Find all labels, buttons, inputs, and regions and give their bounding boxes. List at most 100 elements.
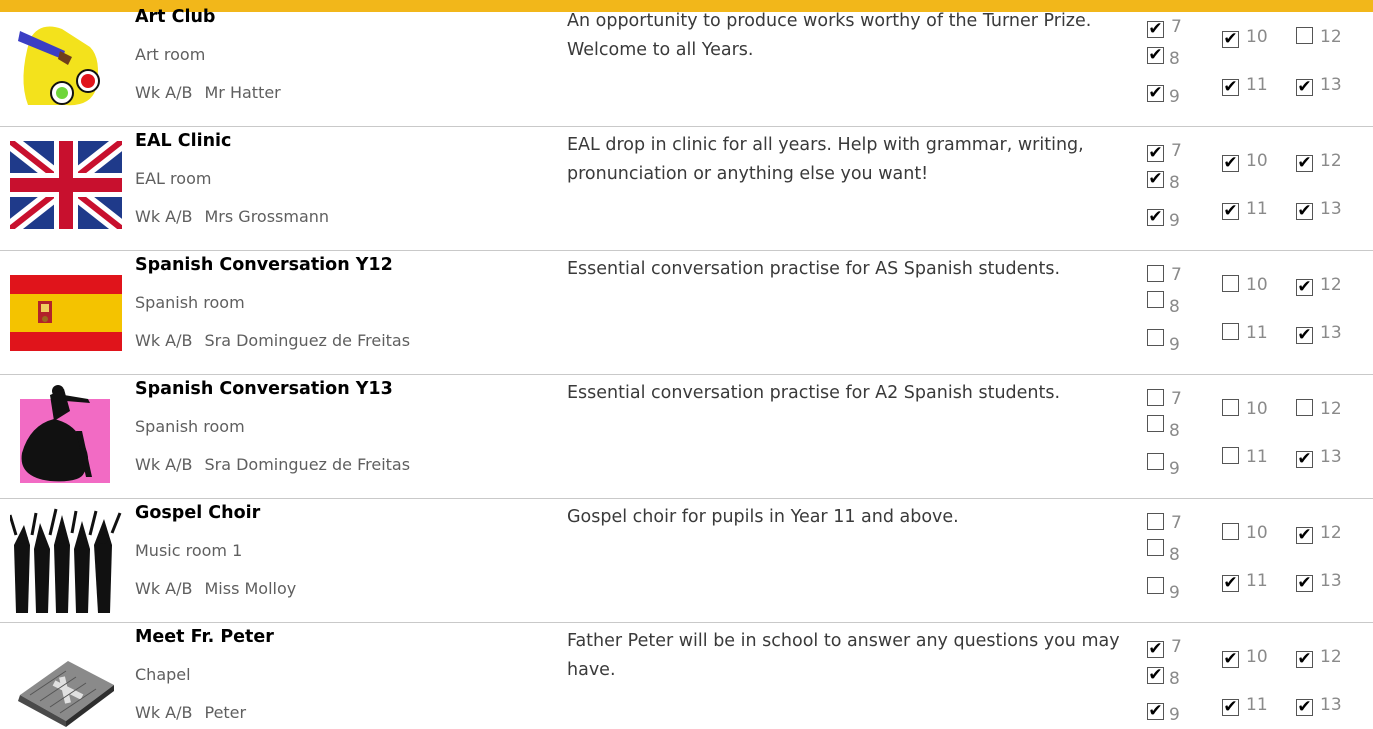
year-8-label: 8 — [1169, 49, 1180, 69]
year-11-checkbox[interactable]: ✔ — [1222, 79, 1239, 96]
teacher-name: Miss Molloy — [204, 579, 297, 598]
year-8-checkbox[interactable]: ✔ — [1147, 47, 1164, 64]
year-11-checkbox[interactable] — [1222, 323, 1239, 340]
year-12-label: 12 — [1320, 523, 1342, 543]
year-8-checkbox[interactable] — [1147, 291, 1164, 308]
club-schedule: Wk A/B Peter — [135, 703, 246, 722]
year-8-checkbox[interactable] — [1147, 539, 1164, 556]
year-10-checkbox[interactable] — [1222, 523, 1239, 540]
year-11-label: 11 — [1246, 323, 1268, 343]
year-13-label: 13 — [1320, 199, 1342, 219]
club-row-spanish-y13: Spanish Conversation Y13 Spanish room Wk… — [0, 375, 1373, 499]
club-room: Spanish room — [135, 293, 245, 312]
year-9-checkbox[interactable]: ✔ — [1147, 703, 1164, 720]
year-12-label: 12 — [1320, 151, 1342, 171]
club-title: Meet Fr. Peter — [135, 627, 274, 647]
union-jack-flag-icon — [10, 141, 122, 229]
club-title: Gospel Choir — [135, 503, 261, 523]
year-7-checkbox[interactable]: ✔ — [1147, 21, 1164, 38]
club-title: EAL Clinic — [135, 131, 232, 151]
year-13-label: 13 — [1320, 323, 1342, 343]
year-7-label: 7 — [1171, 637, 1182, 657]
year-7-checkbox[interactable] — [1147, 389, 1164, 406]
flamenco-dancer-icon — [10, 381, 122, 485]
year-12-checkbox[interactable]: ✔ — [1296, 527, 1313, 544]
year-13-checkbox[interactable]: ✔ — [1296, 699, 1313, 716]
year-11-checkbox[interactable]: ✔ — [1222, 575, 1239, 592]
club-schedule: Wk A/B Mr Hatter — [135, 83, 281, 102]
year-9-checkbox[interactable] — [1147, 453, 1164, 470]
club-room: Spanish room — [135, 417, 245, 436]
teacher-name: Mrs Grossmann — [204, 207, 330, 226]
year-12-checkbox[interactable] — [1296, 399, 1313, 416]
year-8-checkbox[interactable]: ✔ — [1147, 171, 1164, 188]
year-11-checkbox[interactable] — [1222, 447, 1239, 464]
teacher-name: Mr Hatter — [204, 83, 281, 102]
year-8-label: 8 — [1169, 421, 1180, 441]
year-7-label: 7 — [1171, 265, 1182, 285]
year-12-checkbox[interactable] — [1296, 27, 1313, 44]
choir-singers-icon — [10, 505, 122, 615]
club-title: Art Club — [135, 7, 216, 27]
year-11-label: 11 — [1246, 199, 1268, 219]
year-13-label: 13 — [1320, 447, 1342, 467]
club-schedule: Wk A/B Mrs Grossmann — [135, 207, 329, 226]
year-11-checkbox[interactable]: ✔ — [1222, 203, 1239, 220]
year-9-checkbox[interactable] — [1147, 329, 1164, 346]
year-9-checkbox[interactable]: ✔ — [1147, 85, 1164, 102]
year-12-label: 12 — [1320, 275, 1342, 295]
year-8-checkbox[interactable]: ✔ — [1147, 667, 1164, 684]
club-description: An opportunity to produce works worthy o… — [567, 11, 1092, 60]
week-label: Wk A/B — [135, 331, 193, 350]
year-10-checkbox[interactable] — [1222, 275, 1239, 292]
year-13-checkbox[interactable]: ✔ — [1296, 451, 1313, 468]
year-7-checkbox[interactable] — [1147, 265, 1164, 282]
year-13-checkbox[interactable]: ✔ — [1296, 203, 1313, 220]
year-10-checkbox[interactable]: ✔ — [1222, 155, 1239, 172]
year-12-checkbox[interactable]: ✔ — [1296, 279, 1313, 296]
year-12-checkbox[interactable]: ✔ — [1296, 651, 1313, 668]
year-10-label: 10 — [1246, 399, 1268, 419]
year-13-label: 13 — [1320, 695, 1342, 715]
year-12-label: 12 — [1320, 27, 1342, 47]
year-8-label: 8 — [1169, 669, 1180, 689]
year-10-checkbox[interactable]: ✔ — [1222, 31, 1239, 48]
club-schedule: Wk A/B Miss Molloy — [135, 579, 296, 598]
club-title: Spanish Conversation Y13 — [135, 379, 393, 399]
club-row-gospel-choir: Gospel Choir Music room 1 Wk A/B Miss Mol… — [0, 499, 1373, 623]
year-9-checkbox[interactable] — [1147, 577, 1164, 594]
club-description: Essential conversation practise for A2 S… — [567, 383, 1061, 403]
year-12-checkbox[interactable]: ✔ — [1296, 155, 1313, 172]
year-7-checkbox[interactable]: ✔ — [1147, 145, 1164, 162]
year-11-label: 11 — [1246, 695, 1268, 715]
year-10-label: 10 — [1246, 27, 1268, 47]
year-8-checkbox[interactable] — [1147, 415, 1164, 432]
year-11-label: 11 — [1246, 75, 1268, 95]
year-13-checkbox[interactable]: ✔ — [1296, 327, 1313, 344]
year-13-checkbox[interactable]: ✔ — [1296, 79, 1313, 96]
art-palette-icon — [10, 9, 122, 109]
year-7-checkbox[interactable] — [1147, 513, 1164, 530]
year-7-label: 7 — [1171, 141, 1182, 161]
year-8-label: 8 — [1169, 545, 1180, 565]
year-9-label: 9 — [1169, 335, 1180, 355]
year-11-label: 11 — [1246, 447, 1268, 467]
year-12-label: 12 — [1320, 647, 1342, 667]
year-10-label: 10 — [1246, 275, 1268, 295]
club-schedule: Wk A/B Sra Dominguez de Freitas — [135, 455, 410, 474]
club-room: Chapel — [135, 665, 191, 684]
year-13-checkbox[interactable]: ✔ — [1296, 575, 1313, 592]
teacher-name: Sra Dominguez de Freitas — [204, 331, 411, 350]
year-10-label: 10 — [1246, 151, 1268, 171]
year-11-checkbox[interactable]: ✔ — [1222, 699, 1239, 716]
club-title: Spanish Conversation Y12 — [135, 255, 393, 275]
year-13-label: 13 — [1320, 75, 1342, 95]
club-description: Essential conversation practise for AS S… — [567, 259, 1061, 279]
club-description: Gospel choir for pupils in Year 11 and a… — [567, 507, 959, 527]
year-10-label: 10 — [1246, 647, 1268, 667]
year-7-checkbox[interactable]: ✔ — [1147, 641, 1164, 658]
year-10-checkbox[interactable] — [1222, 399, 1239, 416]
year-8-label: 8 — [1169, 297, 1180, 317]
year-9-checkbox[interactable]: ✔ — [1147, 209, 1164, 226]
year-10-checkbox[interactable]: ✔ — [1222, 651, 1239, 668]
